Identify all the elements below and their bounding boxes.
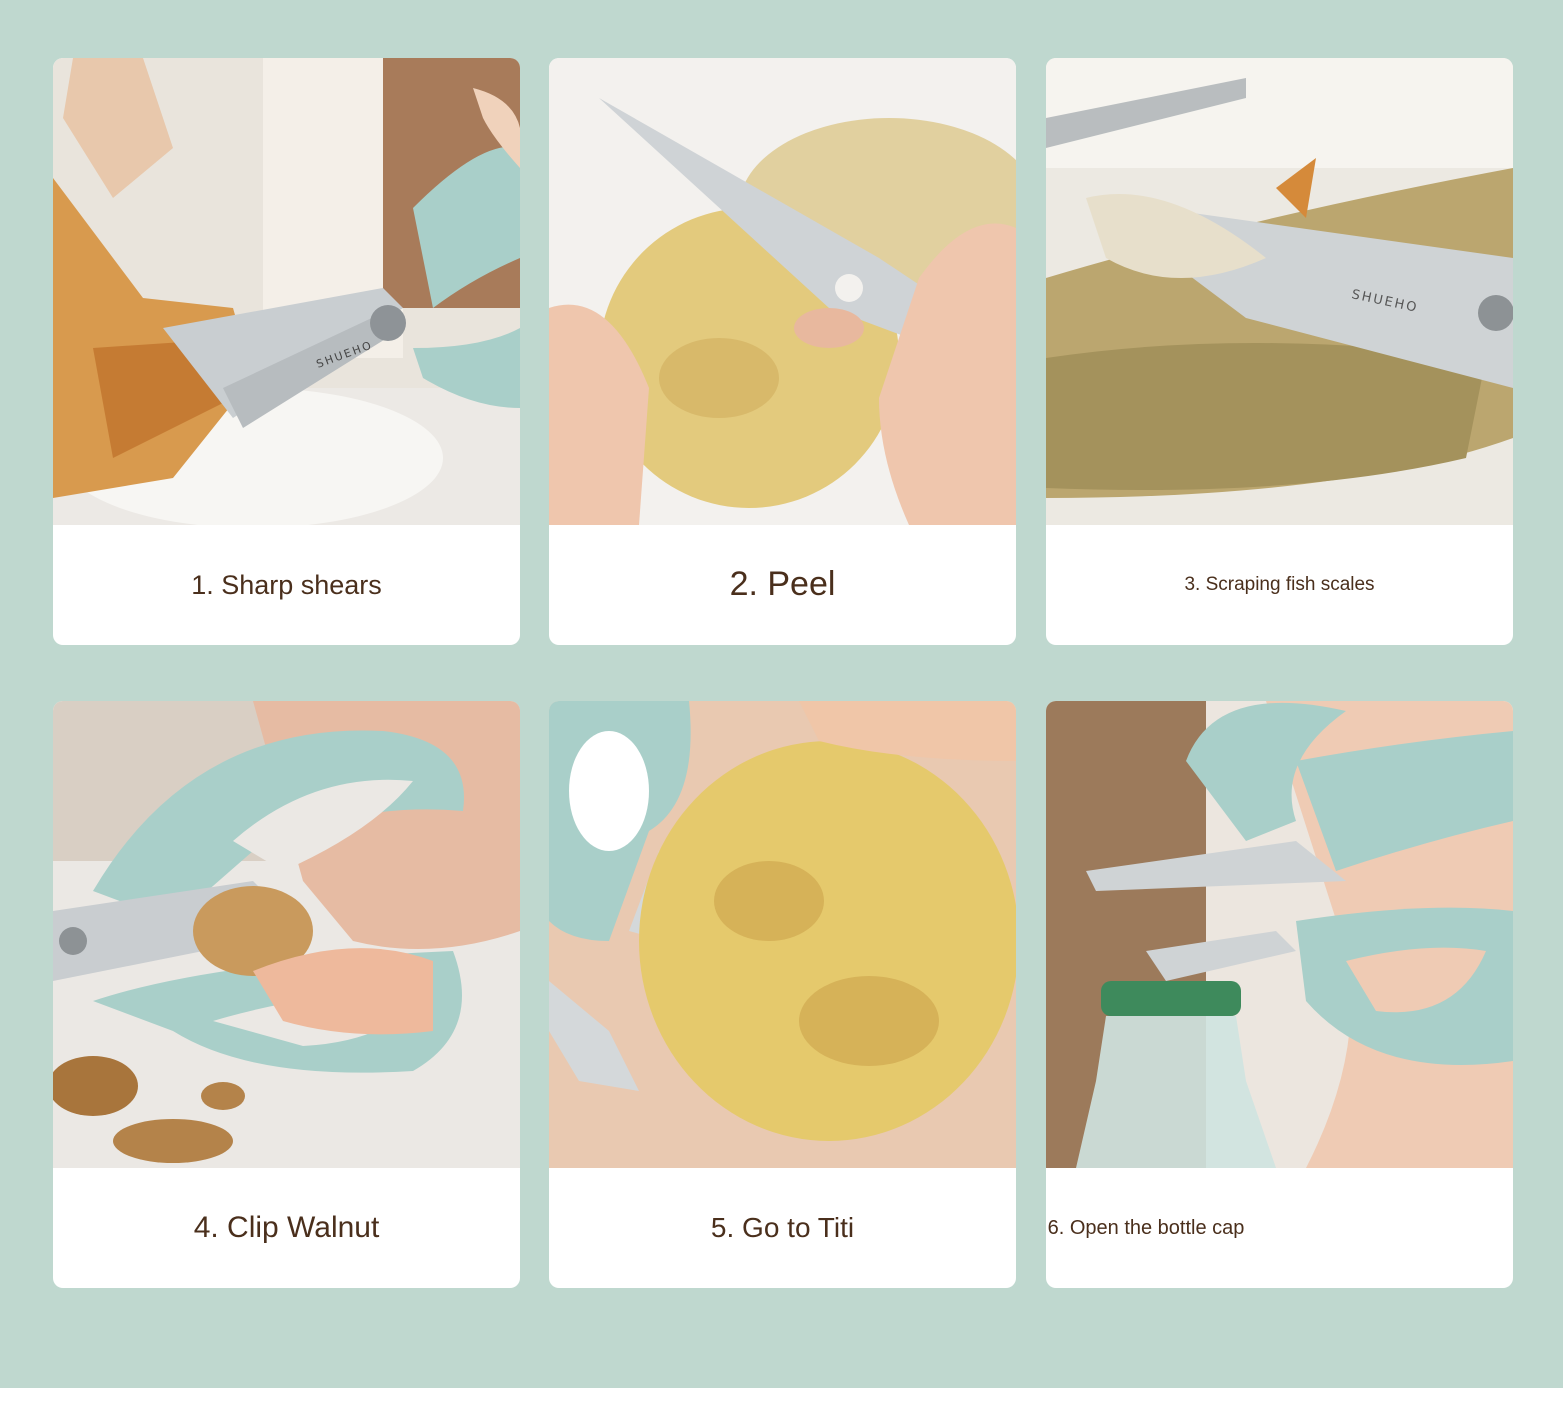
bottle-photo-illustration	[1046, 701, 1513, 1168]
caption-go-to-titi: 5. Go to Titi	[549, 1168, 1016, 1288]
photo-scissors-opening-bottle	[1046, 701, 1513, 1168]
caption-text: 2. Peel	[729, 565, 836, 604]
feature-card-fish-scales: SHUEHO 3. Scraping fish scales	[1046, 58, 1513, 645]
page-background: SHUEHO 1. Sharp shears 2. Peel SHUEHO 3.…	[0, 0, 1563, 1388]
caption-sharp-shears: 1. Sharp shears	[53, 525, 520, 645]
feature-card-open-bottle: 6. Open the bottle cap	[1046, 701, 1513, 1288]
caption-text: 4. Clip Walnut	[193, 1211, 380, 1245]
caption-text: 3. Scraping fish scales	[1184, 574, 1375, 596]
feature-card-sharp-shears: SHUEHO 1. Sharp shears	[53, 58, 520, 645]
peel-photo-illustration	[549, 58, 1016, 525]
feature-card-peel: 2. Peel	[549, 58, 1016, 645]
feature-card-go-to-titi: 5. Go to Titi	[549, 701, 1016, 1288]
photo-scissors-peeling-potato	[549, 58, 1016, 525]
caption-clip-walnut: 4. Clip Walnut	[53, 1168, 520, 1288]
potato-eye-photo-illustration	[549, 701, 1016, 1168]
feature-card-clip-walnut: 4. Clip Walnut	[53, 701, 520, 1288]
fish-photo-illustration: SHUEHO	[1046, 58, 1513, 525]
chicken-photo-illustration: SHUEHO	[53, 58, 520, 525]
walnut-photo-illustration	[53, 701, 520, 1168]
photo-scissors-eye-removal-potato	[549, 701, 1016, 1168]
photo-scissors-cutting-chicken: SHUEHO	[53, 58, 520, 525]
caption-text: 1. Sharp shears	[191, 569, 382, 600]
photo-scissors-scaling-fish: SHUEHO	[1046, 58, 1513, 525]
photo-scissors-cracking-walnut	[53, 701, 520, 1168]
caption-peel: 2. Peel	[549, 525, 1016, 645]
caption-text: 5. Go to Titi	[710, 1212, 855, 1244]
caption-open-bottle-cap: 6. Open the bottle cap	[1046, 1168, 1246, 1288]
caption-text: 6. Open the bottle cap	[1047, 1216, 1245, 1239]
caption-scraping-fish-scales: 3. Scraping fish scales	[1046, 525, 1513, 645]
